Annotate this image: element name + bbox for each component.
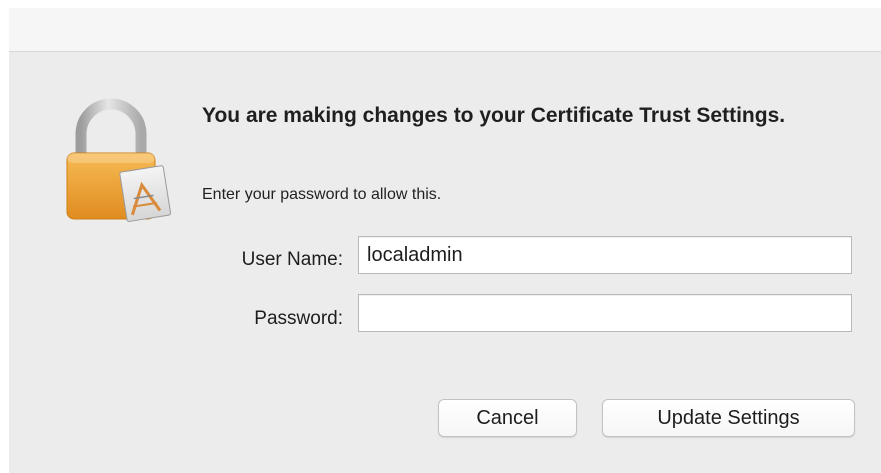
- update-settings-button[interactable]: Update Settings: [602, 399, 855, 437]
- password-label: Password:: [254, 308, 343, 329]
- dialog-subtitle: Enter your password to allow this.: [202, 186, 442, 203]
- username-field[interactable]: [358, 236, 852, 274]
- dialog-title: You are making changes to your Certifica…: [202, 104, 786, 127]
- cancel-button[interactable]: Cancel: [438, 399, 577, 437]
- dialog-titlebar[interactable]: [9, 8, 881, 52]
- username-label: User Name:: [241, 249, 343, 270]
- authentication-dialog: You are making changes to your Certifica…: [9, 8, 881, 473]
- password-field[interactable]: [358, 294, 852, 332]
- padlock-certificate-icon: [61, 96, 176, 226]
